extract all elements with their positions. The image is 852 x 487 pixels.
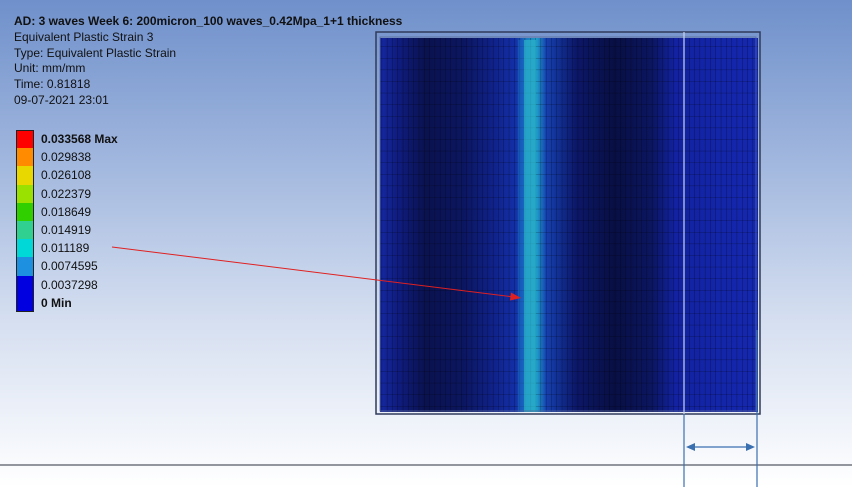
mesh-grid-horizontal [380, 38, 758, 412]
mesh-model[interactable] [375, 31, 761, 415]
strain-band-edge [518, 40, 524, 412]
strain-band [524, 40, 536, 412]
model-viewport[interactable] [0, 0, 852, 487]
